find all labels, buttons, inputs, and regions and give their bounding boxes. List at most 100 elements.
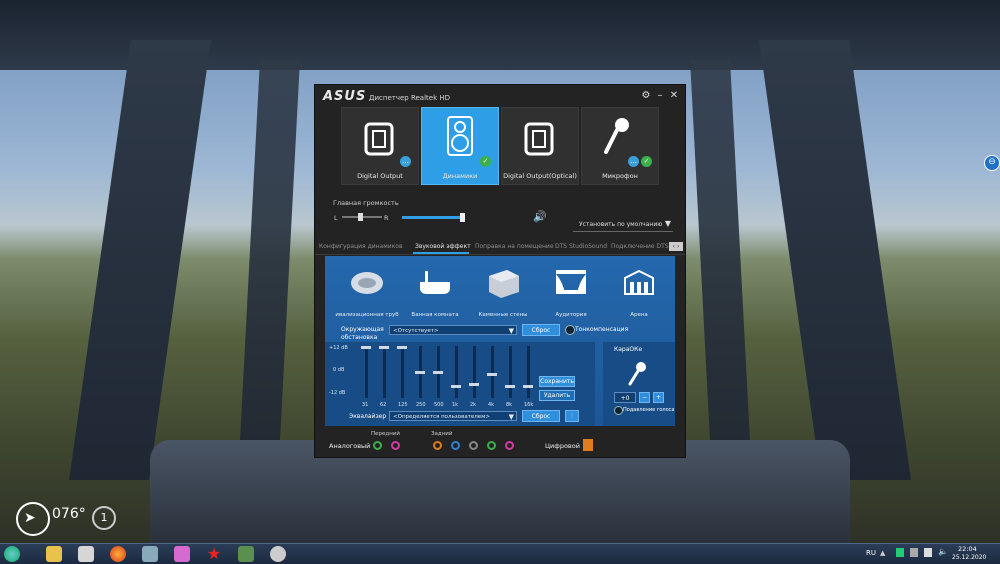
front-jack-pink[interactable] [391,441,400,450]
eq-knob[interactable] [379,346,389,349]
eq-slider-16k[interactable] [523,346,533,398]
env-bathroom[interactable]: Ванная комната [403,266,467,318]
eq-slider-31[interactable] [361,346,371,398]
device-microphone[interactable]: … ✓ Микрофон [581,107,659,185]
eq-slider-250[interactable] [415,346,425,398]
eq-knob[interactable] [451,385,461,388]
default-device-dropdown[interactable]: Установить по умолчанию ▼ [573,219,673,232]
app-icon-pink[interactable] [174,546,190,562]
env-pipe[interactable]: ивализационная труб [335,266,399,318]
eq-slider-2k[interactable] [469,346,479,398]
digital-label: Цифровой [545,442,580,450]
game-tool-icon[interactable] [142,546,158,562]
environment-dropdown[interactable]: <Отсутствует> ▼ [389,325,517,335]
clock-time[interactable]: 22:04 [958,545,977,553]
device-speakers[interactable]: ✓ Динамики [421,107,499,185]
rear-jack-grey[interactable] [469,441,478,450]
eq-slider-125[interactable] [397,346,407,398]
chevron-down-icon: ▼ [508,413,514,421]
rear-jack-blue[interactable] [451,441,460,450]
env-arena[interactable]: Арена [607,266,671,318]
terminal-icon[interactable] [238,546,254,562]
environment-reset-button[interactable]: Сброс [522,324,560,336]
firefox-icon[interactable] [110,546,126,562]
eq-slider-1k[interactable] [451,346,461,398]
eq-slider-8k[interactable] [505,346,515,398]
loudness-toggle[interactable] [565,325,575,335]
eq-slider-500[interactable] [433,346,443,398]
cockpit-frame-center-right [690,60,750,440]
voice-cancel-toggle[interactable] [614,406,623,415]
eq-knob[interactable] [397,346,407,349]
db-zero-label: 0 dB [333,367,345,373]
eq-knob[interactable] [469,383,479,386]
eq-graphic-toggle[interactable]: ⫶ [565,410,579,422]
network-icon[interactable] [910,548,918,557]
tray-app-icon[interactable] [896,548,904,557]
main-volume-slider[interactable] [402,213,465,222]
balance-right-label: R [384,214,389,222]
eq-knob[interactable] [433,371,443,374]
device-digital-output-optical[interactable]: Digital Output(Optical) [501,107,579,185]
star-icon[interactable]: ★ [206,546,222,562]
env-stone-walls[interactable]: Каменные стены [471,266,535,318]
start-button[interactable] [4,546,20,562]
karaoke-value-field[interactable]: +0 [614,392,636,403]
rear-jack-pink[interactable] [505,441,514,450]
eq-knob[interactable] [415,371,425,374]
tab-dts-studiosound[interactable]: DTS StudioSound [555,243,607,250]
karaoke-label: КараОКе [614,346,643,353]
front-jacks-label: Передний [371,431,400,437]
eq-save-button[interactable]: Сохранить [539,376,575,387]
voice-cancel-label: Подавление голоса [623,407,675,413]
tab-dts-connect[interactable]: Подключение DTS [611,243,669,250]
asus-logo: ASUS [323,89,367,104]
side-arrow-icon[interactable]: ⊖ [984,155,1000,171]
balance-slider[interactable] [342,213,382,221]
flag-icon[interactable] [924,548,932,557]
tab-speaker-config[interactable]: Конфигурация динамиков [319,243,402,250]
equalizer-reset-button[interactable]: Сброс [522,410,560,422]
tray-arrow-icon[interactable]: ▲ [880,549,885,557]
eq-band-label: 250 [416,402,426,408]
front-jack-green[interactable] [373,441,382,450]
eq-knob[interactable] [361,346,371,349]
pipe-icon [351,272,383,294]
karaoke-plus-button[interactable]: + [653,392,664,403]
speaker-volume-icon[interactable]: 🔊 [533,210,547,223]
balance-knob[interactable] [358,213,363,221]
language-indicator[interactable]: RU [866,549,876,557]
device-digital-output[interactable]: … Digital Output [341,107,419,185]
chevron-down-icon: ▼ [508,327,514,335]
tab-scroll-arrows[interactable]: ‹ › [669,242,683,251]
tab-room-correction[interactable]: Поправка на помещение [475,243,554,250]
sound-effect-panel: ивализационная труб Ванная комната Камен… [325,256,675,426]
eq-knob[interactable] [487,373,497,376]
rear-jack-orange[interactable] [433,441,442,450]
rear-jack-green[interactable] [487,441,496,450]
eq-knob[interactable] [523,385,533,388]
eq-band-label: 125 [398,402,408,408]
tab-sound-effect[interactable]: Звуковой эффект [415,243,471,250]
digital-jack[interactable] [583,439,593,451]
volume-knob[interactable] [460,213,465,222]
karaoke-minus-button[interactable]: − [639,392,650,403]
eq-slider-62[interactable] [379,346,389,398]
explorer-icon[interactable] [46,546,62,562]
minimize-icon[interactable]: – [655,91,665,101]
realtek-icon[interactable] [270,546,286,562]
env-auditorium[interactable]: Аудитория [539,266,603,318]
eq-knob[interactable] [505,385,515,388]
eq-delete-button[interactable]: Удалить [539,390,575,401]
settings-icon[interactable]: ⚙ [641,91,651,101]
check-badge-icon: ✓ [641,156,652,167]
active-tab-indicator [413,252,469,254]
cockpit-frame-left [69,40,211,480]
media-player-icon[interactable] [78,546,94,562]
equalizer-dropdown[interactable]: <Определяется пользователем> ▼ [389,411,517,421]
volume-tray-icon[interactable]: 🔈 [938,547,948,556]
eq-band-label: 2k [470,402,477,408]
close-icon[interactable]: ✕ [669,91,679,101]
eq-slider-4k[interactable] [487,346,497,398]
clock-date[interactable]: 25.12.2020 [952,554,986,561]
